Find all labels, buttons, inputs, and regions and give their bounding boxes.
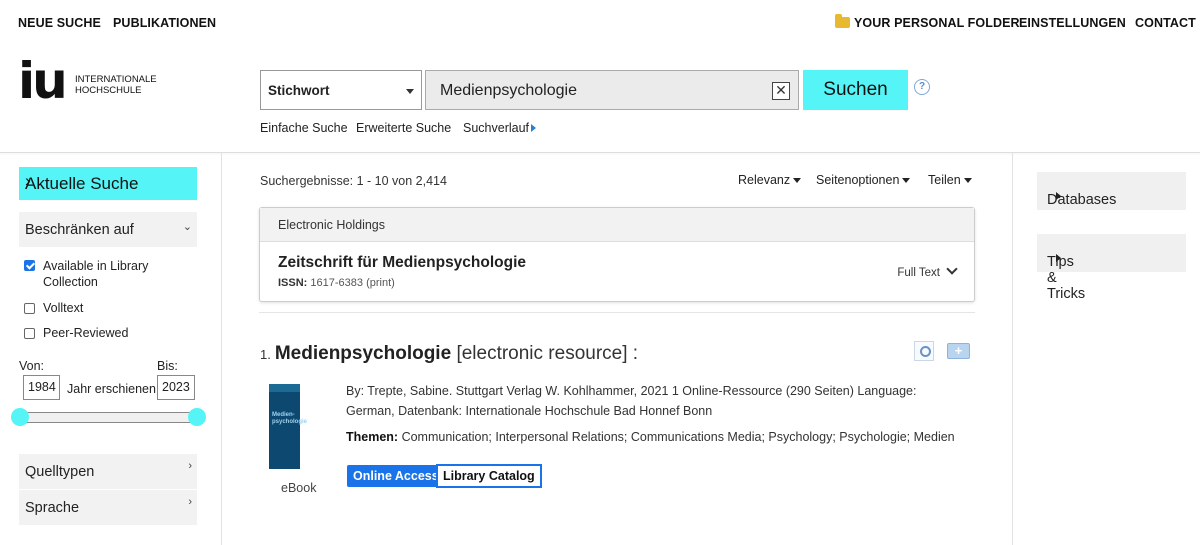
nav-personal-folder-label: YOUR PERSONAL FOLDER bbox=[854, 16, 1020, 30]
year-slider-track[interactable] bbox=[19, 412, 198, 423]
to-year-input[interactable]: 2023 bbox=[157, 375, 195, 400]
share-label: Teilen bbox=[928, 173, 961, 187]
facet-label-line1: Available in Library bbox=[43, 259, 149, 273]
format-label: eBook bbox=[281, 481, 317, 495]
book-cover[interactable]: Medien-psychologie bbox=[269, 384, 307, 469]
caret-right-icon bbox=[1056, 192, 1061, 200]
search-input[interactable]: Medienpsychologie ✕ bbox=[425, 70, 799, 110]
sort-label: Relevanz bbox=[738, 173, 791, 187]
facet-peer-reviewed[interactable]: Peer-Reviewed bbox=[24, 325, 128, 341]
limit-to-panel[interactable]: Beschränken auf ⌄ bbox=[19, 212, 197, 247]
logo-mark: iu bbox=[18, 52, 68, 110]
library-catalog-button[interactable]: Library Catalog bbox=[436, 464, 542, 488]
year-caption: Jahr erschienen bbox=[67, 382, 156, 396]
chevron-right-icon: › bbox=[188, 460, 192, 472]
result-type: [electronic resource] : bbox=[456, 343, 639, 364]
issn-value: 1617-6383 (print) bbox=[310, 277, 395, 289]
full-text-toggle[interactable]: Full Text bbox=[897, 263, 958, 279]
holdings-header-label: Electronic Holdings bbox=[278, 218, 385, 232]
share-dropdown[interactable]: Teilen bbox=[928, 173, 972, 187]
advanced-search-link[interactable]: Erweiterte Suche bbox=[356, 121, 451, 135]
cover-stripe bbox=[269, 384, 300, 392]
clear-icon[interactable]: ✕ bbox=[772, 82, 790, 100]
chevron-down-icon bbox=[406, 89, 414, 94]
cover-title: Medien-psychologie bbox=[272, 412, 308, 425]
search-query: Medienpsychologie bbox=[440, 82, 577, 99]
themes-value: Communication; Interpersonal Relations; … bbox=[401, 430, 955, 444]
facet-available-in-library[interactable]: Available in Library Collection bbox=[24, 258, 148, 290]
databases-panel[interactable]: Databases bbox=[1037, 172, 1186, 210]
issn: ISSN: 1617-6383 (print) bbox=[278, 277, 395, 289]
result-title: 1. Medienpsychologie [electronic resource… bbox=[260, 343, 638, 365]
tips-panel[interactable]: Tips & Tricks bbox=[1037, 234, 1186, 302]
page-options-dropdown[interactable]: Seitenoptionen bbox=[816, 173, 911, 187]
to-label: Bis: bbox=[157, 359, 178, 373]
facet-label-line2: Collection bbox=[43, 275, 98, 289]
caret-down-icon bbox=[963, 178, 972, 183]
year-slider-handle-from[interactable] bbox=[11, 408, 29, 426]
preview-icon[interactable] bbox=[914, 341, 934, 361]
nav-publications[interactable]: PUBLIKATIONEN bbox=[113, 16, 216, 30]
nav-new-search[interactable]: NEUE SUCHE bbox=[18, 16, 101, 30]
nav-settings[interactable]: EINSTELLUNGEN bbox=[1019, 16, 1126, 30]
result-byline: By: Trepte, Sabine. Stuttgart Verlag W. … bbox=[346, 384, 917, 418]
search-type-select[interactable]: Stichwort bbox=[260, 70, 422, 110]
nav-personal-folder[interactable]: YOUR PERSONAL FOLDER bbox=[835, 14, 1020, 30]
checkbox-peer-reviewed[interactable] bbox=[24, 328, 35, 339]
result-title-link[interactable]: Medienpsychologie bbox=[275, 343, 451, 364]
from-year-input[interactable]: 1984 bbox=[23, 375, 60, 400]
sort-relevance-dropdown[interactable]: Relevanz bbox=[738, 173, 802, 187]
nav-contact[interactable]: CONTACT bbox=[1135, 16, 1196, 30]
tips-text: Tips & Tricks bbox=[1047, 254, 1086, 302]
caret-down-icon bbox=[793, 178, 802, 183]
facet-full-text[interactable]: Volltext bbox=[24, 300, 83, 316]
holdings-header: Electronic Holdings bbox=[260, 208, 974, 242]
left-column-divider bbox=[221, 153, 222, 545]
logo[interactable]: iu INTERNATIONALE HOCHSCHULE bbox=[18, 56, 178, 110]
logo-text: INTERNATIONALE HOCHSCHULE bbox=[75, 74, 157, 96]
limit-to-label: Beschränken auf bbox=[25, 222, 134, 238]
online-access-button[interactable]: Online Access bbox=[347, 465, 445, 487]
result-number: 1. bbox=[260, 347, 271, 362]
themes-label: Themen: bbox=[346, 430, 399, 444]
search-history-label: Suchverlauf bbox=[463, 121, 530, 135]
right-column-divider bbox=[1012, 153, 1013, 545]
add-to-folder-icon[interactable]: + bbox=[947, 343, 970, 359]
checkbox-available-in-library[interactable] bbox=[24, 260, 35, 271]
chevron-down-icon: ⌄ bbox=[182, 221, 192, 233]
caret-right-icon bbox=[531, 124, 537, 132]
search-history-link[interactable]: Suchverlauf bbox=[463, 121, 537, 135]
full-text-label: Full Text bbox=[897, 267, 940, 279]
search-button[interactable]: Suchen bbox=[803, 70, 908, 110]
result-themes: Themen: Communication; Interpersonal Rel… bbox=[346, 430, 955, 444]
from-label: Von: bbox=[19, 359, 45, 373]
issn-label: ISSN: bbox=[278, 277, 308, 289]
page-options-label: Seitenoptionen bbox=[816, 173, 900, 187]
results-count: Suchergebnisse: 1 - 10 von 2,414 bbox=[260, 174, 447, 188]
facet-label: Peer-Reviewed bbox=[43, 326, 129, 340]
source-types-panel[interactable]: Quelltypen › bbox=[19, 454, 197, 489]
chevron-right-icon: › bbox=[188, 496, 192, 508]
journal-title-link[interactable]: Zeitschrift für Medienpsychologie bbox=[278, 254, 526, 272]
language-label: Sprache bbox=[25, 500, 80, 516]
source-types-label: Quelltypen bbox=[25, 464, 95, 480]
checkbox-full-text[interactable] bbox=[24, 303, 35, 314]
language-panel[interactable]: Sprache › bbox=[19, 490, 197, 525]
header-divider bbox=[0, 152, 1200, 153]
top-navigation: NEUE SUCHE PUBLIKATIONEN YOUR PERSONAL F… bbox=[0, 0, 1200, 46]
chevron-down-icon bbox=[946, 263, 958, 275]
basic-search-link[interactable]: Einfache Suche bbox=[260, 121, 348, 135]
logo-line-2: HOCHSCHULE bbox=[75, 85, 142, 96]
logo-line-1: INTERNATIONALE bbox=[75, 74, 157, 85]
chevron-right-icon: › bbox=[25, 171, 31, 190]
year-slider-handle-to[interactable] bbox=[188, 408, 206, 426]
caret-right-icon bbox=[1056, 254, 1061, 262]
search-type-value: Stichwort bbox=[268, 83, 330, 98]
electronic-holdings-box: Electronic Holdings Zeitschrift für Medi… bbox=[259, 207, 975, 302]
folder-icon bbox=[835, 14, 850, 28]
divider bbox=[259, 312, 975, 313]
caret-down-icon bbox=[902, 178, 911, 183]
help-icon[interactable]: ? bbox=[914, 79, 930, 95]
current-search-panel[interactable]: Aktuelle Suche › bbox=[19, 167, 197, 200]
